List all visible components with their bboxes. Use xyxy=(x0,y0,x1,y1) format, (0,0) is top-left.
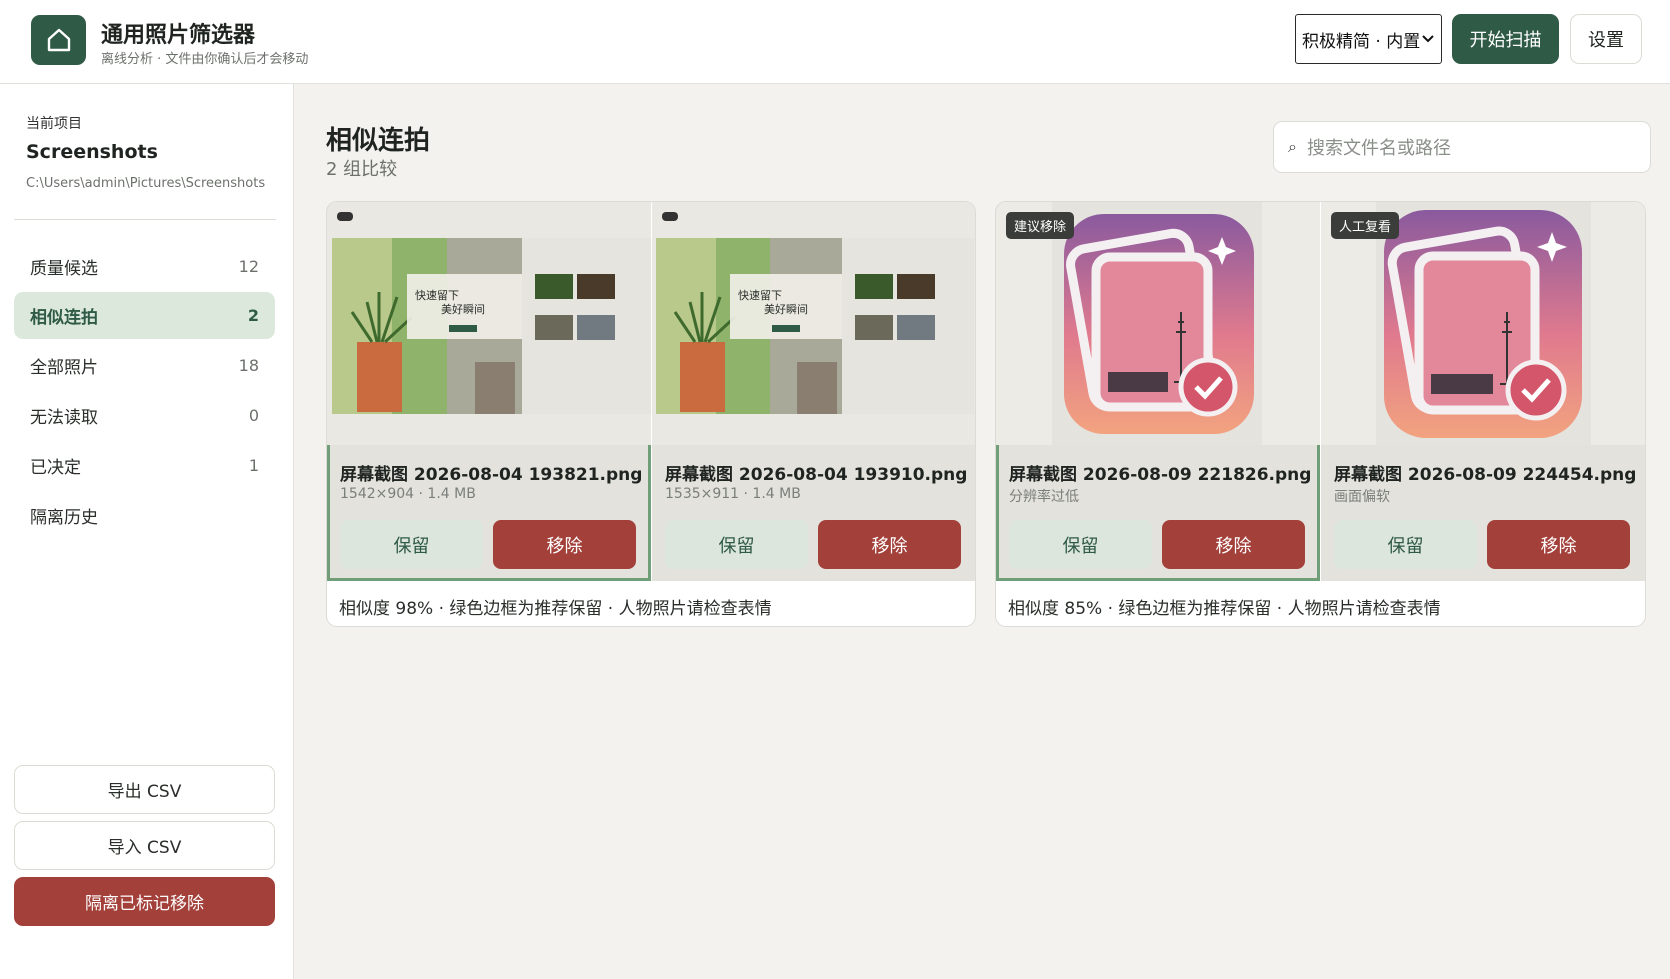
page-title: 相似连拍 xyxy=(326,126,431,156)
sidebar-item-similar[interactable]: 相似连拍 2 xyxy=(14,292,275,339)
sidebar-item-label: 隔离历史 xyxy=(30,508,98,528)
photo-filename: 屏幕截图 2026-08-09 224454.png xyxy=(1334,465,1637,485)
photo-filename: 屏幕截图 2026-08-04 193821.png xyxy=(340,465,643,485)
sidebar-item-decided[interactable]: 已决定 1 xyxy=(14,442,275,489)
photo-meta: 分辨率过低 xyxy=(1009,489,1079,505)
sidebar-item-label: 质量候选 xyxy=(30,259,98,279)
photo-card: 快速留下 美好瞬间 屏幕截图 2026-08-04 193910.png 153… xyxy=(652,202,975,581)
sidebar-item-all-photos[interactable]: 全部照片 18 xyxy=(14,342,275,389)
keep-button[interactable]: 保留 xyxy=(665,520,808,569)
sidebar: 当前项目 Screenshots C:\Users\admin\Pictures… xyxy=(0,84,294,979)
app-header: 通用照片筛选器 离线分析 · 文件由你确认后才会移动 积极精简 · 内置 开始扫… xyxy=(0,0,1670,84)
photo-meta: 1535×911 · 1.4 MB xyxy=(665,486,801,502)
mode-select[interactable]: 积极精简 · 内置 xyxy=(1295,14,1442,64)
keep-button[interactable]: 保留 xyxy=(1009,520,1152,569)
search-input[interactable]: ⌕ 搜索文件名或路径 xyxy=(1273,121,1651,173)
page-subtitle: 2 组比较 xyxy=(326,159,398,180)
thumb-headline-1: 快速留下 xyxy=(738,289,782,302)
sidebar-item-label: 相似连拍 xyxy=(30,308,98,328)
status-badge: 人工复看 xyxy=(1331,212,1400,239)
sidebar-item-quality[interactable]: 质量候选 12 xyxy=(14,243,275,290)
group-note: 相似度 85% · 绿色边框为推荐保留 · 人物照片请检查表情 xyxy=(1008,599,1441,619)
remove-button[interactable]: 移除 xyxy=(493,520,636,569)
sidebar-item-count: 12 xyxy=(238,257,259,276)
sidebar-item-count: 2 xyxy=(247,306,259,325)
photo-card: 人工复看 屏幕截图 2026-08-09 224454.png 画面偏软 保留 … xyxy=(1321,202,1645,581)
start-scan-button[interactable]: 开始扫描 xyxy=(1452,14,1559,64)
chevron-down-icon xyxy=(1422,29,1434,54)
photo-thumbnail[interactable]: 人工复看 xyxy=(1321,202,1645,445)
photo-card: 建议移除 屏幕截图 2026-08-09 221826.png 分辨率过低 保留… xyxy=(996,202,1320,581)
sidebar-item-label: 无法读取 xyxy=(30,408,98,428)
home-icon[interactable] xyxy=(31,15,86,65)
thumb-headline-1: 快速留下 xyxy=(415,289,459,302)
photo-filename: 屏幕截图 2026-08-09 221826.png xyxy=(1009,465,1312,485)
keep-button[interactable]: 保留 xyxy=(340,520,483,569)
sidebar-item-count: 0 xyxy=(248,406,259,425)
group-note: 相似度 98% · 绿色边框为推荐保留 · 人物照片请检查表情 xyxy=(339,599,772,619)
sidebar-item-count: 18 xyxy=(238,356,259,375)
sidebar-divider xyxy=(14,219,276,220)
remove-button[interactable]: 移除 xyxy=(1162,520,1305,569)
thumb-headline-2: 美好瞬间 xyxy=(441,302,485,316)
photo-meta: 画面偏软 xyxy=(1334,489,1390,505)
similar-group: 建议移除 屏幕截图 2026-08-09 221826.png 分辨率过低 保留… xyxy=(995,201,1646,627)
project-path: C:\Users\admin\Pictures\Screenshots xyxy=(26,176,266,191)
settings-button[interactable]: 设置 xyxy=(1570,14,1642,64)
search-placeholder: 搜索文件名或路径 xyxy=(1306,138,1451,159)
sidebar-item-label: 全部照片 xyxy=(30,358,98,378)
photo-card: 快速留下 美好瞬间 屏幕截图 2026-08-04 193821.png 154… xyxy=(327,202,651,581)
remove-button[interactable]: 移除 xyxy=(818,520,961,569)
quarantine-marked-button[interactable]: 隔离已标记移除 xyxy=(14,877,275,926)
sidebar-item-count: 1 xyxy=(248,456,259,475)
status-badge: 建议移除 xyxy=(1006,212,1075,239)
keep-button[interactable]: 保留 xyxy=(1334,520,1477,569)
similar-group: 快速留下 美好瞬间 屏幕截图 2026-08-04 193821.png 154… xyxy=(326,201,976,627)
remove-button[interactable]: 移除 xyxy=(1487,520,1630,569)
photo-filename: 屏幕截图 2026-08-04 193910.png xyxy=(665,465,968,485)
photo-meta: 1542×904 · 1.4 MB xyxy=(340,486,476,502)
sidebar-item-unreadable[interactable]: 无法读取 0 xyxy=(14,392,275,439)
project-name: Screenshots xyxy=(26,141,158,163)
app-subtitle: 离线分析 · 文件由你确认后才会移动 xyxy=(101,52,309,67)
photo-thumbnail[interactable]: 快速留下 美好瞬间 xyxy=(652,202,975,445)
export-csv-button[interactable]: 导出 CSV xyxy=(14,765,275,814)
sidebar-item-quarantine-history[interactable]: 隔离历史 xyxy=(14,492,275,539)
import-csv-button[interactable]: 导入 CSV xyxy=(14,821,275,870)
app-title: 通用照片筛选器 xyxy=(101,23,256,48)
sidebar-item-label: 已决定 xyxy=(30,458,81,478)
mode-select-value: 积极精简 · 内置 xyxy=(1302,31,1421,52)
thumb-headline-2: 美好瞬间 xyxy=(764,302,808,316)
photo-thumbnail[interactable]: 建议移除 xyxy=(996,202,1320,445)
search-icon: ⌕ xyxy=(1288,137,1297,156)
project-label: 当前项目 xyxy=(26,116,82,132)
photo-thumbnail[interactable]: 快速留下 美好瞬间 xyxy=(327,202,651,445)
